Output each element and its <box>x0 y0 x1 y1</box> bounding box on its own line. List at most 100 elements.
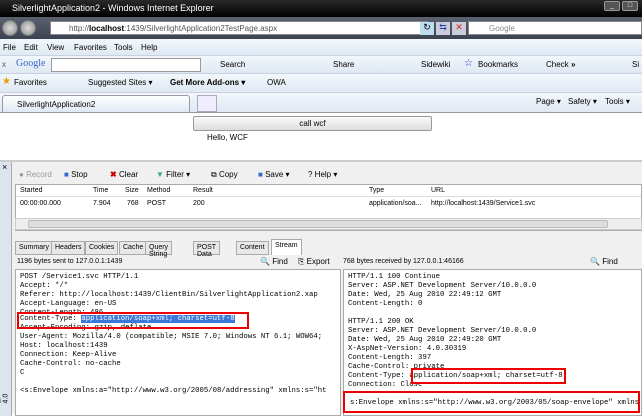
find-right-button[interactable]: 🔍 Find <box>590 257 618 266</box>
help-button[interactable]: ? Help ▾ <box>308 170 337 179</box>
scrollbar-thumb[interactable] <box>28 220 608 228</box>
col-size[interactable]: Size <box>125 187 139 194</box>
star-icon: ☆ <box>464 58 473 69</box>
request-line: C <box>20 369 25 377</box>
filter-label: Filter <box>166 170 184 179</box>
col-type[interactable]: Type <box>369 187 384 194</box>
cell-started: 00:00:00.000 <box>20 200 61 207</box>
get-addons-link[interactable]: Get More Add-ons ▾ <box>170 78 245 87</box>
cell-url: http://localhost:1439/Service1.svc <box>431 200 536 207</box>
stop-button[interactable]: ■ Stop <box>64 170 88 179</box>
request-line: Accept-Language: en-US <box>20 300 117 308</box>
maximize-button[interactable]: □ <box>622 1 638 11</box>
address-bar[interactable]: http://localhost:1439/SilverlightApplica… <box>50 21 428 35</box>
col-url[interactable]: URL <box>431 187 445 194</box>
search-placeholder: Google <box>489 24 515 33</box>
tab-cookies[interactable]: Cookies <box>85 241 119 255</box>
filter-button[interactable]: ▼ Filter ▾ <box>156 170 190 179</box>
tab-stream[interactable]: Stream <box>271 239 302 255</box>
col-method[interactable]: Method <box>147 187 170 194</box>
tools-menu[interactable]: Tools ▾ <box>605 97 630 106</box>
back-button[interactable] <box>2 20 18 36</box>
clear-button[interactable]: ✖ Clear <box>110 170 138 179</box>
horizontal-scrollbar[interactable] <box>15 218 642 230</box>
sent-info: 1196 bytes sent to 127.0.0.1:1439 <box>17 258 123 265</box>
response-line: Content-Length: 0 <box>348 300 423 308</box>
request-line: Cache-Control: no-cache <box>20 360 121 368</box>
search-box[interactable]: Google <box>468 21 642 35</box>
find-label: Find <box>272 257 288 266</box>
suggested-sites-link[interactable]: Suggested Sites ▾ <box>88 78 153 87</box>
new-tab-button[interactable] <box>197 95 217 112</box>
tab-headers[interactable]: Headers <box>51 241 86 255</box>
save-button[interactable]: ■ Save ▾ <box>258 170 290 179</box>
strip-label: al 4.0 <box>0 393 10 404</box>
tab-cache[interactable]: Cache <box>119 241 148 255</box>
safety-menu[interactable]: Safety ▾ <box>568 97 597 106</box>
tab-summary[interactable]: Summary <box>15 241 53 255</box>
request-line <box>20 378 336 387</box>
bookmarks-button[interactable]: Bookmarks <box>478 60 518 69</box>
call-wcf-button[interactable]: call wcf <box>193 116 432 131</box>
menu-view[interactable]: View <box>47 43 64 52</box>
request-line: Referer: http://localhost:1439/ClientBin… <box>20 291 318 299</box>
favorites-button[interactable]: Favorites <box>14 78 47 87</box>
response-line: Server: ASP.NET Development Server/10.0.… <box>348 282 537 290</box>
response-line: HTTP/1.1 100 Continue <box>348 273 440 281</box>
google-search-button[interactable]: Search <box>220 60 245 69</box>
menu-bar: File Edit View Favorites Tools Help <box>0 39 642 55</box>
compat-icon[interactable]: ⇆ <box>436 22 450 35</box>
owa-link[interactable]: OWA <box>267 78 286 87</box>
export-button[interactable]: ⎘ Export <box>298 257 330 267</box>
response-line: Server: ASP.NET Development Server/10.0.… <box>348 327 537 335</box>
menu-tools[interactable]: Tools <box>114 43 133 52</box>
menu-file[interactable]: File <box>3 43 16 52</box>
tab-query-string[interactable]: Query String <box>145 241 173 258</box>
google-search-input[interactable] <box>51 58 201 72</box>
sidewiki-button[interactable]: Sidewiki <box>421 60 450 69</box>
response-line: HTTP/1.1 200 OK <box>348 318 414 326</box>
col-started[interactable]: Started <box>20 187 43 194</box>
menu-favorites[interactable]: Favorites <box>74 43 107 52</box>
cell-method: POST <box>147 200 167 207</box>
signin-button[interactable]: Si <box>632 60 639 69</box>
close-toolbar-button[interactable]: x <box>2 60 6 69</box>
share-button[interactable]: Share <box>333 60 354 69</box>
find-left-button[interactable]: 🔍 Find <box>260 257 288 266</box>
highlight-box-envelope <box>343 391 640 413</box>
close-panel-button[interactable]: × <box>2 162 7 172</box>
request-line: <s:Envelope xmlns:a="http://www.w3.org/2… <box>20 387 327 395</box>
page-menu[interactable]: Page ▾ <box>536 97 561 106</box>
grid-header: Started Time Size Method Result Type URL <box>16 185 641 197</box>
more-chevron-icon[interactable]: » <box>571 60 575 69</box>
menu-help[interactable]: Help <box>141 43 157 52</box>
favorites-bar: ★ Favorites Suggested Sites ▾ Get More A… <box>0 73 642 92</box>
record-button[interactable]: ● Record <box>19 170 52 179</box>
check-button[interactable]: Check <box>546 60 569 69</box>
request-line: User-Agent: Mozilla/4.0 (compatible; MSI… <box>20 333 323 341</box>
request-stream-pane[interactable]: POST /Service1.svc HTTP/1.1 Accept: */* … <box>15 269 341 416</box>
copy-button[interactable]: ⧉ Copy <box>211 170 238 180</box>
tab-title: SilverlightApplication2 <box>17 100 96 109</box>
tab-silverlight[interactable]: SilverlightApplication2 <box>2 95 190 113</box>
minimize-button[interactable]: _ <box>604 1 620 11</box>
col-result[interactable]: Result <box>193 187 213 194</box>
received-info: 768 bytes received by 127.0.0.1:46166 <box>343 258 464 265</box>
tab-content[interactable]: Content <box>236 241 269 255</box>
forward-button[interactable] <box>20 20 36 36</box>
clear-label: Clear <box>118 170 139 179</box>
request-line: POST /Service1.svc HTTP/1.1 <box>20 273 139 281</box>
address-row: http://localhost:1439/SilverlightApplica… <box>0 17 642 39</box>
fiddler-panel: × al 4.0 ● Record ■ Stop ✖ Clear ▼ Filte… <box>0 160 642 416</box>
tab-post-data[interactable]: POST Data <box>193 241 220 258</box>
refresh-icon[interactable]: ↻ <box>420 22 434 35</box>
highlight-box-response-ct <box>411 368 566 384</box>
response-line: Date: Wed, 25 Aug 2010 22:49:12 GMT <box>348 291 502 299</box>
stop-icon[interactable]: ✕ <box>452 22 466 35</box>
stop-label: Stop <box>71 170 88 179</box>
url-prefix: http:// <box>69 24 90 33</box>
col-time[interactable]: Time <box>93 187 108 194</box>
cell-result: 200 <box>193 200 205 207</box>
menu-edit[interactable]: Edit <box>24 43 38 52</box>
table-row[interactable]: 00:00:00.000 7.904 768 POST 200 applicat… <box>16 198 641 210</box>
